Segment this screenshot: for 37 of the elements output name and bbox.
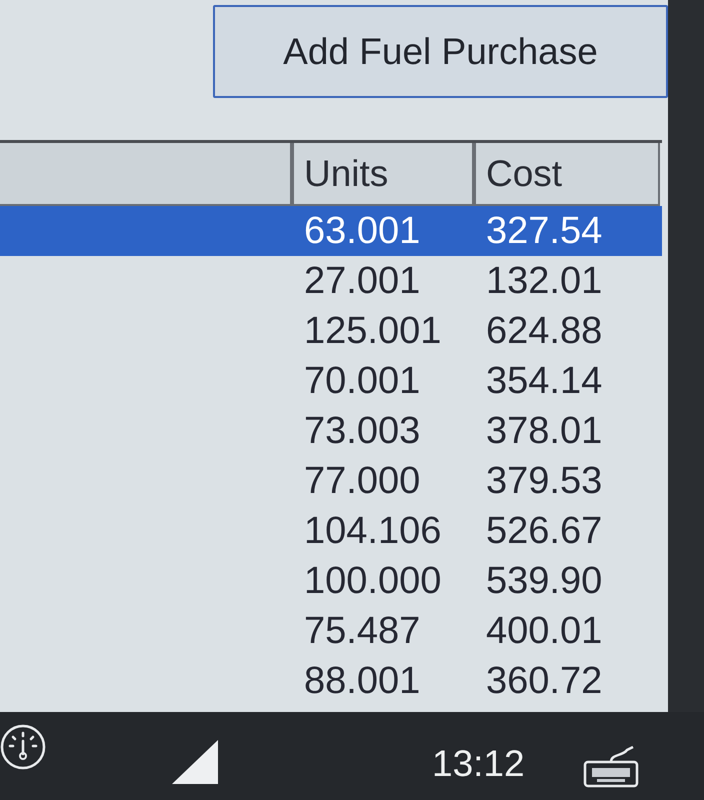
table-row[interactable]: 88.001 360.72 bbox=[0, 656, 662, 706]
table-cell-text: 360.72 bbox=[485, 659, 604, 704]
table-cell-text: 88.001 bbox=[303, 659, 422, 704]
table-cell-text: 539.90 bbox=[485, 559, 604, 604]
table-cell-text: 77.000 bbox=[303, 459, 422, 504]
column-header[interactable]: Cost bbox=[474, 143, 660, 206]
table-cell-text: 132.01 bbox=[485, 259, 604, 304]
table-cell-text: 125.001 bbox=[303, 309, 442, 354]
table-row[interactable]: 77.000 379.53 bbox=[0, 456, 662, 506]
table-cell-text: 73.003 bbox=[303, 409, 422, 454]
table-row[interactable]: 63.001 327.54 bbox=[0, 206, 662, 256]
table-cell-text: 100.000 bbox=[303, 559, 442, 604]
column-header[interactable]: Units bbox=[292, 143, 474, 206]
table-cell-text: 526.67 bbox=[485, 509, 604, 554]
table-row[interactable]: 75.487 400.01 bbox=[0, 606, 662, 656]
table-row[interactable]: 70.001 354.14 bbox=[0, 356, 662, 406]
table-cell-text: 75.487 bbox=[303, 609, 422, 654]
signal-strength-icon[interactable] bbox=[172, 740, 218, 784]
table-cell-text: 624.88 bbox=[485, 309, 604, 354]
table-cell-text: 354.14 bbox=[485, 359, 604, 404]
add-fuel-purchase-button[interactable]: Add Fuel Purchase bbox=[213, 5, 668, 98]
clock-time: 13:12 bbox=[432, 742, 525, 786]
table-cell-text: 400.01 bbox=[485, 609, 604, 654]
keyboard-icon[interactable] bbox=[582, 746, 639, 788]
table-row[interactable]: 125.001 624.88 bbox=[0, 306, 662, 356]
table-row[interactable]: 73.003 378.01 bbox=[0, 406, 662, 456]
table-cell-text: 27.001 bbox=[303, 259, 422, 304]
table-cell-text: 70.001 bbox=[303, 359, 422, 404]
table-cell-text: 327.54 bbox=[485, 209, 604, 254]
table-cell-text: 104.106 bbox=[303, 509, 442, 554]
table-cell-text: 63.001 bbox=[303, 209, 422, 254]
table-cell-text: 379.53 bbox=[485, 459, 604, 504]
table-row[interactable]: 100.000 539.90 bbox=[0, 556, 662, 606]
table-row[interactable]: 104.106 526.67 bbox=[0, 506, 662, 556]
table-row[interactable]: 27.001 132.01 bbox=[0, 256, 662, 306]
gauge-icon[interactable] bbox=[0, 724, 46, 770]
table-cell-text: 378.01 bbox=[485, 409, 604, 454]
